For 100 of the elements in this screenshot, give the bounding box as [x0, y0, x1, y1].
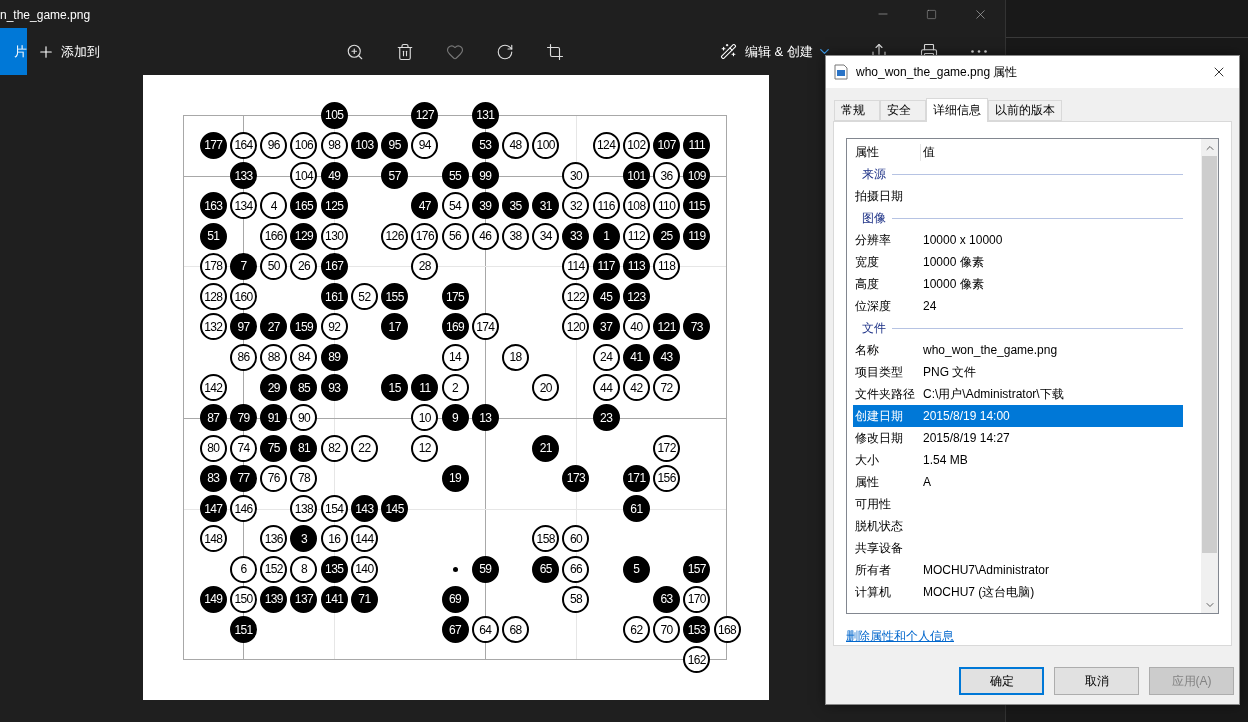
go-stone: 43: [653, 343, 681, 371]
go-stone: 8: [290, 555, 318, 583]
property-value: MOCHU7 (这台电脑): [923, 583, 1035, 601]
go-stone: 52: [350, 283, 378, 311]
go-stone: 144: [350, 525, 378, 553]
go-stone: 169: [441, 313, 469, 341]
go-stone: 11: [411, 374, 439, 401]
property-value: who_won_the_game.png: [923, 343, 1058, 357]
window-title: n_the_game.png: [0, 7, 92, 22]
go-stone: 122: [562, 283, 590, 311]
property-name: 修改日期: [854, 429, 904, 447]
go-stone: 6: [230, 555, 258, 583]
go-stone: 109: [683, 162, 711, 190]
section-heading: 文件: [862, 319, 886, 337]
go-stone: 34: [532, 222, 560, 250]
go-stone: 168: [713, 616, 741, 644]
go-stone: 147: [199, 495, 227, 523]
go-stone: 101: [622, 162, 650, 190]
go-stone: 69: [441, 585, 469, 613]
go-stone: 23: [592, 404, 620, 432]
go-stone: 138: [290, 495, 318, 523]
go-stone: 149: [199, 585, 227, 613]
go-stone: 150: [230, 585, 258, 613]
go-stone: 124: [592, 131, 620, 159]
go-stone: 110: [653, 192, 681, 220]
go-stone: 68: [502, 616, 529, 644]
go-stone: 44: [592, 374, 620, 401]
go-stone: 164: [230, 131, 258, 159]
go-stone: 172: [653, 434, 681, 462]
go-stone: 48: [502, 131, 529, 159]
go-stone: 67: [441, 616, 469, 644]
go-stone: 146: [230, 495, 258, 523]
go-stone: 2: [441, 374, 469, 401]
go-stone: 100: [532, 131, 560, 159]
go-stone: 84: [290, 343, 318, 371]
go-stone: 173: [562, 464, 590, 492]
go-stone: 71: [350, 585, 378, 613]
go-stone: 93: [320, 374, 348, 401]
go-stone: 157: [683, 555, 711, 583]
go-stone: 112: [622, 222, 650, 250]
go-stone: 65: [532, 555, 560, 583]
go-stone: 5: [622, 555, 650, 583]
go-stone: 94: [411, 131, 439, 159]
go-stone: 75: [260, 434, 288, 462]
property-value: C:\用户\Administrator\下载: [923, 385, 1064, 403]
go-stone: 64: [471, 616, 499, 644]
go-stone: 53: [471, 131, 499, 159]
go-stone: 159: [290, 313, 318, 341]
go-stone: 89: [320, 343, 348, 371]
go-stone: 163: [199, 192, 227, 220]
go-stone: 51: [199, 222, 227, 250]
go-stone: 39: [471, 192, 499, 220]
go-stone: 88: [260, 343, 288, 371]
go-stone: 27: [260, 313, 288, 341]
go-stone: 90: [290, 404, 318, 432]
property-value: 2015/8/19 14:00: [923, 409, 1010, 423]
go-stone: 175: [441, 283, 469, 311]
go-stone: 20: [532, 374, 560, 401]
go-stone: 63: [653, 585, 681, 613]
go-stone: 103: [350, 131, 378, 159]
go-stone: 55: [441, 162, 469, 190]
go-stone: 58: [562, 585, 590, 613]
go-stone: 139: [260, 585, 288, 613]
go-stone: 40: [622, 313, 650, 341]
go-stone: 104: [290, 162, 318, 190]
go-stone: 26: [290, 252, 318, 280]
go-stone: 174: [471, 313, 499, 341]
go-stone: 148: [199, 525, 227, 553]
section-heading: 图像: [862, 209, 886, 227]
go-stone: 126: [381, 222, 409, 250]
go-stone: 145: [381, 495, 409, 523]
go-stone: 154: [320, 495, 348, 523]
property-name: 属性: [854, 473, 880, 491]
go-stone: 1: [592, 222, 620, 250]
go-stone: 32: [562, 192, 590, 220]
property-value: 10000 像素: [923, 253, 984, 271]
go-stone: 76: [260, 464, 288, 492]
go-stone: 98: [320, 131, 348, 159]
property-name: 宽度: [854, 253, 880, 271]
go-stone: 127: [411, 101, 439, 129]
go-stone: 92: [320, 313, 348, 341]
go-stone: 135: [320, 555, 348, 583]
property-value: 2015/8/19 14:27: [923, 431, 1010, 445]
go-stone: 91: [260, 404, 288, 432]
property-name: 文件夹路径: [854, 385, 916, 403]
property-name: 项目类型: [854, 363, 904, 381]
go-stone: 151: [230, 616, 258, 644]
go-stone: 160: [230, 283, 258, 311]
go-stone: 107: [653, 131, 681, 159]
go-stone: 22: [350, 434, 378, 462]
go-stone: 60: [562, 525, 590, 553]
property-value: PNG 文件: [923, 363, 977, 381]
go-stone: 12: [411, 434, 439, 462]
go-stone: 19: [441, 464, 469, 492]
go-stone: 61: [622, 495, 650, 523]
go-stone: 102: [622, 131, 650, 159]
go-stone: 50: [260, 252, 288, 280]
dialog-title: who_won_the_game.png 属性: [856, 63, 1019, 81]
property-name: 大小: [854, 451, 880, 469]
go-stone: 45: [592, 283, 620, 311]
